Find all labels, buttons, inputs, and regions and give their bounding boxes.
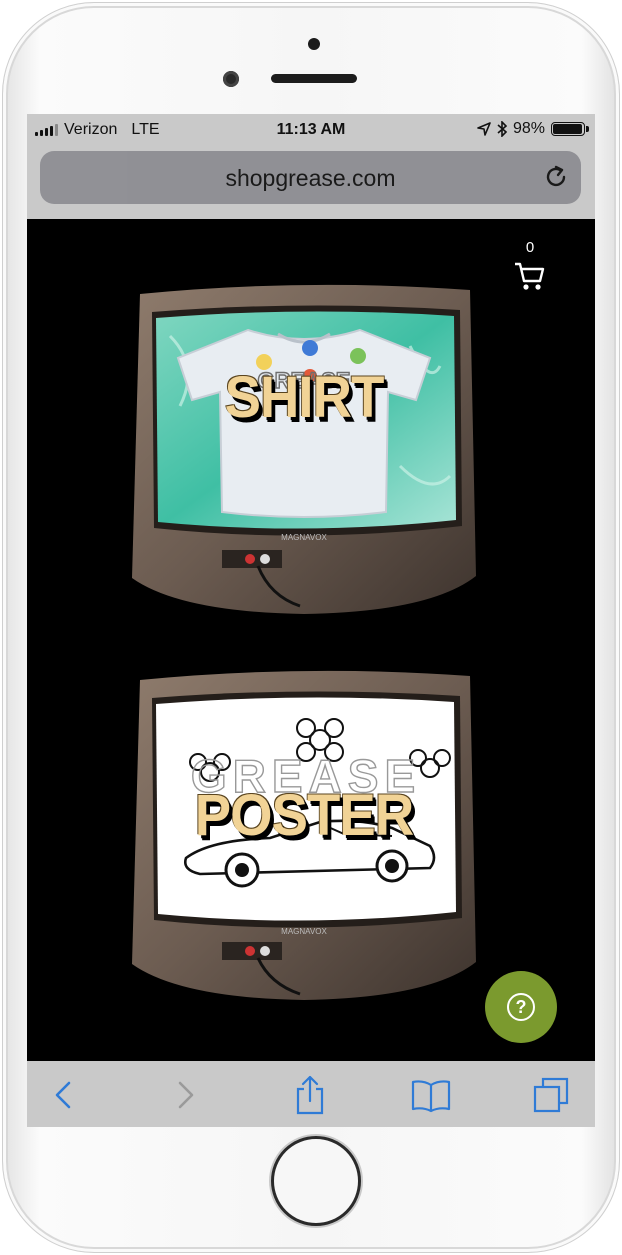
screen: Verizon LTE 11:13 AM 98% shopgrease.com … — [27, 114, 595, 1127]
browser-toolbar — [27, 1061, 595, 1127]
address-bar[interactable]: shopgrease.com — [40, 151, 581, 204]
page-content: 0 GREASE MAGNAVOX SHIRT GREASE MAGNAVOX … — [27, 219, 595, 1061]
cart-button[interactable]: 0 — [513, 239, 547, 293]
cart-icon — [515, 262, 545, 290]
share-icon[interactable] — [290, 1075, 330, 1115]
product-tile-poster[interactable]: GREASE MAGNAVOX POSTER — [130, 662, 478, 1002]
status-bar: Verizon LTE 11:13 AM 98% — [27, 114, 595, 146]
proximity-sensor — [308, 38, 320, 50]
tabs-icon[interactable] — [531, 1075, 571, 1115]
front-camera — [223, 71, 239, 87]
bookmarks-icon[interactable] — [411, 1075, 451, 1115]
back-icon[interactable] — [43, 1075, 83, 1115]
tv-brand: MAGNAVOX — [281, 533, 327, 542]
battery-fill — [553, 124, 583, 134]
help-button[interactable]: ? — [485, 971, 557, 1043]
product-label-poster: POSTER — [194, 783, 414, 848]
home-button[interactable] — [271, 1136, 361, 1226]
product-label-shirt: SHIRT — [224, 365, 385, 430]
url-text: shopgrease.com — [225, 165, 396, 191]
earpiece-speaker — [271, 74, 357, 83]
product-tile-shirt[interactable]: GREASE MAGNAVOX SHIRT — [130, 276, 478, 616]
forward-icon[interactable] — [166, 1075, 206, 1115]
help-icon: ? — [507, 993, 535, 1021]
reload-icon[interactable] — [543, 164, 569, 190]
bluetooth-icon — [497, 121, 507, 137]
tv-brand-2: MAGNAVOX — [281, 927, 327, 936]
location-icon — [477, 122, 491, 136]
battery-percent: 98% — [512, 120, 545, 137]
cart-count: 0 — [525, 239, 535, 256]
tv-shirt-graphic: GREASE MAGNAVOX — [132, 284, 476, 614]
address-bar-area: shopgrease.com — [27, 146, 595, 219]
battery-icon — [551, 122, 589, 136]
